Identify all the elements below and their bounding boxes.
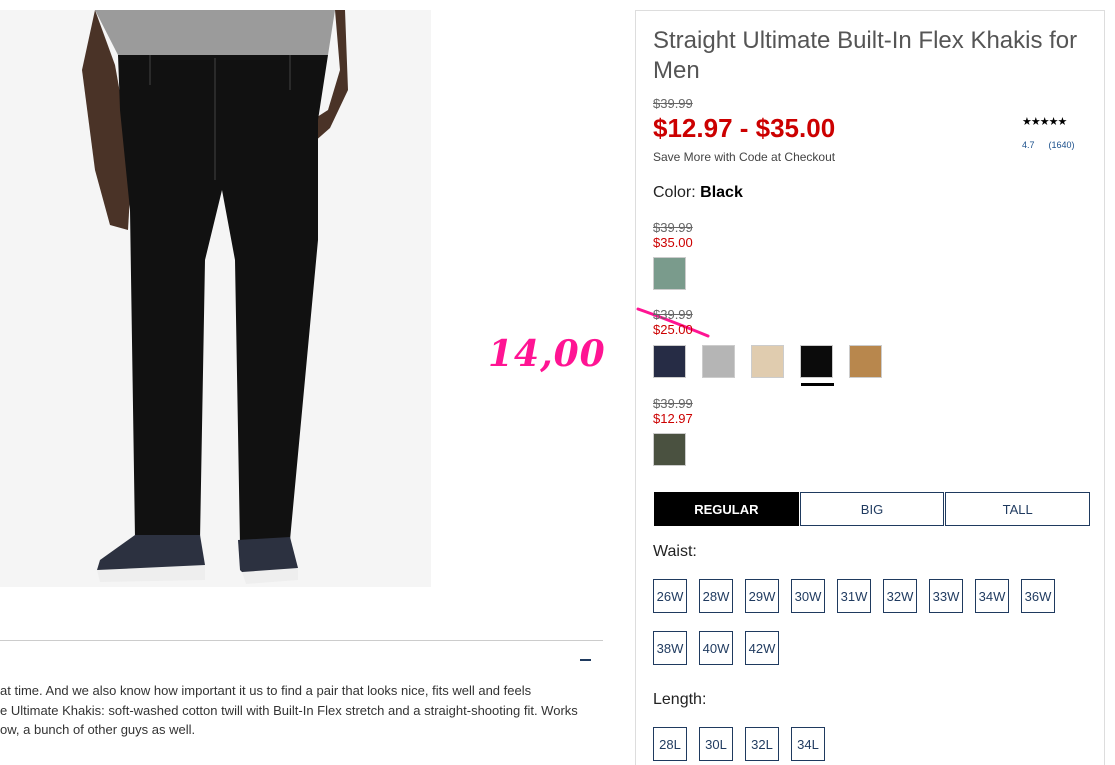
waist-label: Waist: (653, 543, 697, 560)
swatch-black[interactable] (800, 345, 834, 386)
waist-size-button[interactable]: 31W (837, 579, 871, 613)
length-size-button[interactable]: 34L (791, 727, 825, 761)
original-price: $39.99 (653, 96, 693, 111)
collapse-icon[interactable] (580, 659, 591, 661)
product-photo[interactable] (0, 10, 431, 587)
tab-tall[interactable]: TALL (945, 492, 1091, 526)
waist-size-button[interactable]: 38W (653, 631, 687, 665)
waist-size-button[interactable]: 32W (883, 579, 917, 613)
description-line: at time. And we also know how important … (0, 683, 532, 698)
section-divider (0, 640, 603, 641)
swatch-price-group: $39.99 $25.00 (653, 307, 693, 337)
length-size-button[interactable]: 30L (699, 727, 733, 761)
swatch-row (653, 345, 882, 386)
swatch-row (653, 257, 686, 290)
tab-regular[interactable]: REGULAR (654, 492, 799, 526)
length-label: Length: (653, 691, 707, 708)
swatch-heather-gray[interactable] (702, 345, 735, 378)
swatch-navy[interactable] (653, 345, 686, 378)
waist-size-button[interactable]: 40W (699, 631, 733, 665)
waist-size-button[interactable]: 28W (699, 579, 733, 613)
length-size-button[interactable]: 32L (745, 727, 779, 761)
waist-size-button[interactable]: 33W (929, 579, 963, 613)
length-size-button[interactable]: 28L (653, 727, 687, 761)
product-title: Straight Ultimate Built-In Flex Khakis f… (653, 27, 1078, 84)
waist-size-button[interactable]: 42W (745, 631, 779, 665)
review-count-link[interactable]: (1640) (1049, 140, 1075, 150)
swatch-price-group: $39.99 $35.00 (653, 220, 693, 250)
description-line: e Ultimate Khakis: soft-washed cotton tw… (0, 702, 578, 718)
swatch-tan[interactable] (849, 345, 882, 378)
rating-summary[interactable]: ★★★★★ 4.7 (1640) (1022, 115, 1082, 150)
product-details-panel: Straight Ultimate Built-In Flex Khakis f… (635, 10, 1105, 765)
length-size-list: 28L 30L 32L 34L (653, 727, 1093, 761)
rating-score: 4.7 (1022, 140, 1035, 150)
swatch-price-group: $39.99 $12.97 (653, 396, 693, 426)
waist-size-button[interactable]: 30W (791, 579, 825, 613)
swatch-row (653, 433, 686, 466)
waist-size-button[interactable]: 34W (975, 579, 1009, 613)
waist-size-list: 26W 28W 29W 30W 31W 32W 33W 34W 36W 38W … (653, 579, 1093, 665)
swatch-olive[interactable] (653, 433, 686, 466)
promo-note: Save More with Code at Checkout (653, 150, 836, 164)
star-rating-icon: ★★★★★ (1022, 116, 1067, 128)
swatch-sage[interactable] (653, 257, 686, 290)
waist-size-button[interactable]: 29W (745, 579, 779, 613)
color-label: Color: Black (653, 184, 743, 201)
waist-size-button[interactable]: 36W (1021, 579, 1055, 613)
selected-color-name: Black (700, 184, 743, 201)
description-line: ow, a bunch of other guys as well. (0, 722, 196, 737)
swatch-khaki[interactable] (751, 345, 784, 378)
sale-price-range: $12.97 - $35.00 (653, 113, 836, 143)
fit-tabs: REGULAR BIG TALL (654, 492, 1091, 526)
waist-size-button[interactable]: 26W (653, 579, 687, 613)
product-description: at time. And we also know how important … (0, 681, 610, 740)
handwritten-price-annotation: 14,00 (488, 333, 606, 375)
tab-big[interactable]: BIG (799, 492, 945, 526)
